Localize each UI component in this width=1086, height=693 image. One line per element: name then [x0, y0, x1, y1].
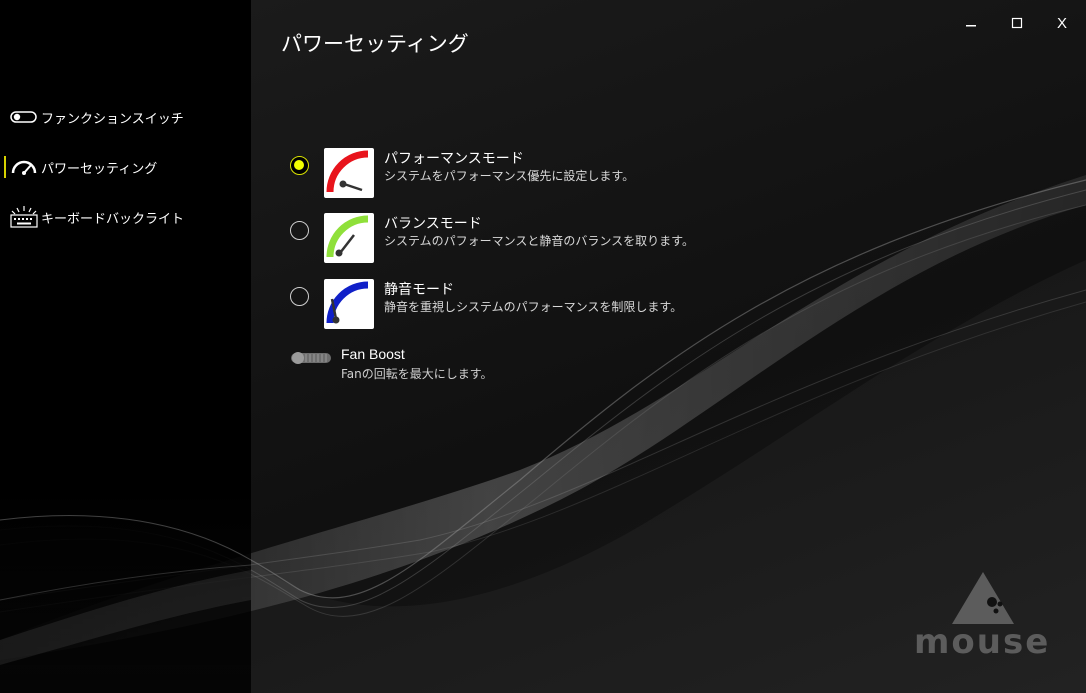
keyboard-backlight-icon	[8, 205, 40, 229]
mode-option-performance[interactable]: パフォーマンスモード システムをパフォーマンス優先に設定します。	[290, 148, 710, 206]
mode-description: システムをパフォーマンス優先に設定します。	[384, 169, 635, 183]
mode-option-balance[interactable]: バランスモード システムのパフォーマンスと静音のバランスを取ります。	[290, 213, 710, 271]
mode-option-silent[interactable]: 静音モード 静音を重視しシステムのパフォーマンスを制限します。	[290, 279, 710, 337]
speedometer-icon	[8, 155, 40, 179]
sidebar-item-keyboard-backlight[interactable]: キーボードバックライト	[0, 200, 251, 234]
close-button[interactable]: X	[1042, 10, 1082, 36]
maximize-button[interactable]	[997, 10, 1037, 36]
balance-gauge-icon	[324, 213, 374, 263]
logo-text: mouse	[914, 622, 1051, 662]
minimize-button[interactable]	[951, 10, 991, 36]
fan-boost-description: Fanの回転を最大にします。	[341, 367, 493, 381]
mode-title: パフォーマンスモード	[384, 151, 524, 167]
silent-mode-radio[interactable]	[290, 287, 309, 306]
mode-description: 静音を重視しシステムのパフォーマンスを制限します。	[384, 300, 683, 314]
sidebar-item-label: キーボードバックライト	[41, 211, 185, 227]
sidebar-item-label: ファンクションスイッチ	[41, 111, 184, 127]
fan-boost-option: Fan Boost Fanの回転を最大にします。	[290, 344, 590, 384]
minimize-icon	[966, 25, 976, 27]
sidebar-item-power-setting[interactable]: パワーセッティング	[0, 150, 251, 184]
mode-title: 静音モード	[384, 282, 454, 298]
mode-title: バランスモード	[384, 216, 482, 232]
silent-gauge-icon	[324, 279, 374, 329]
fan-boost-title: Fan Boost	[341, 346, 405, 362]
fan-boost-toggle[interactable]	[290, 350, 332, 366]
performance-gauge-icon	[324, 148, 374, 198]
page-title: パワーセッティング	[281, 32, 469, 56]
app-window: パワーセッティング X ファンクションスイッチ パワーセッティング キーボードバ…	[0, 0, 1086, 693]
performance-mode-radio[interactable]	[290, 156, 309, 175]
toggle-switch-icon	[8, 105, 40, 129]
mode-description: システムのパフォーマンスと静音のバランスを取ります。	[384, 234, 694, 248]
sidebar-item-label: パワーセッティング	[41, 161, 158, 177]
sidebar-item-function-switch[interactable]: ファンクションスイッチ	[0, 100, 251, 134]
balance-mode-radio[interactable]	[290, 221, 309, 240]
mouse-logo: mouse	[914, 570, 1054, 670]
mouse-logo-mark	[952, 572, 1014, 624]
maximize-icon	[1011, 17, 1023, 29]
